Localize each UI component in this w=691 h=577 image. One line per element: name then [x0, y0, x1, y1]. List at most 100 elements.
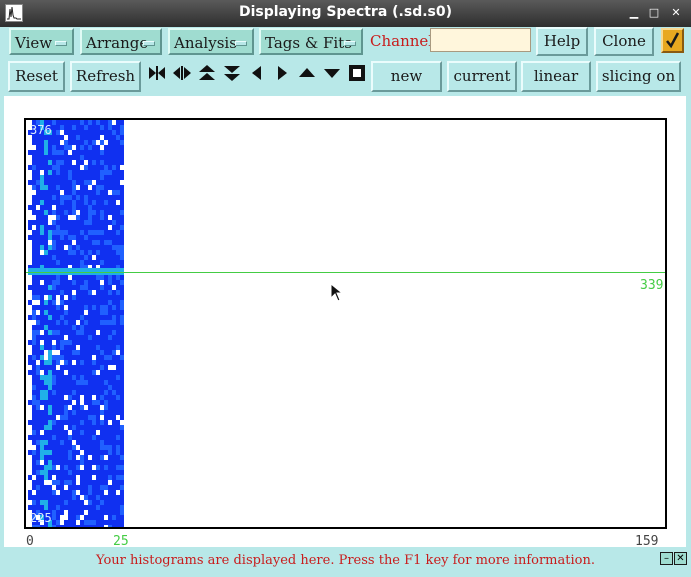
heatmap-cell	[28, 330, 32, 335]
refresh-button[interactable]: Refresh	[70, 61, 141, 92]
new-button[interactable]: new	[371, 61, 442, 92]
heatmap-cell	[68, 195, 72, 200]
heatmap-cell	[56, 305, 60, 310]
pan-down-icon[interactable]	[321, 62, 343, 84]
arrange-menu[interactable]: Arrange	[80, 28, 162, 55]
heatmap-cell	[68, 455, 72, 460]
current-button[interactable]: current	[447, 61, 517, 92]
linear-button[interactable]: linear	[521, 61, 591, 92]
heatmap-cell	[120, 225, 124, 230]
status-message: Your histograms are displayed here. Pres…	[96, 553, 595, 568]
pan-right-icon[interactable]	[271, 62, 293, 84]
heatmap-cell	[104, 490, 108, 495]
heatmap-cell	[28, 430, 32, 435]
channel-input[interactable]	[430, 28, 531, 52]
expand-up-icon[interactable]	[196, 62, 218, 84]
spectrum-display[interactable]: 339 376 225	[24, 118, 667, 529]
heatmap-cell	[68, 340, 72, 345]
heatmap-cell	[68, 405, 72, 410]
heatmap-cell	[104, 485, 108, 490]
plot-canvas[interactable]: 339 376 225	[26, 120, 665, 527]
close-icon[interactable]: ✕	[669, 6, 683, 20]
expand-horizontal-icon[interactable]	[171, 62, 193, 84]
full-view-icon[interactable]	[346, 62, 368, 84]
tags-fits-menu[interactable]: Tags & Fits	[259, 28, 363, 55]
heatmap-cell	[120, 425, 124, 430]
heatmap-cell	[108, 225, 112, 230]
heatmap-cell	[120, 255, 124, 260]
heatmap-cell	[32, 310, 36, 315]
clone-button[interactable]: Clone	[594, 27, 654, 56]
heatmap-cell	[52, 230, 56, 235]
heatmap-cell	[44, 375, 48, 380]
help-button[interactable]: Help	[536, 27, 588, 56]
heatmap-cell	[36, 205, 40, 210]
heatmap-cell	[76, 330, 80, 335]
heatmap-cell	[28, 260, 32, 265]
heatmap-cell	[44, 185, 48, 190]
heatmap-cell	[36, 180, 40, 185]
heatmap-cell	[40, 430, 44, 435]
heatmap-cell	[120, 320, 124, 325]
pan-left-icon[interactable]	[246, 62, 268, 84]
heatmap-cell	[56, 465, 60, 470]
heatmap-cell	[72, 440, 76, 445]
heatmap-cell	[56, 490, 60, 495]
heatmap-cell	[72, 445, 76, 450]
maximize-icon[interactable]: □	[647, 6, 661, 20]
heatmap-cell	[92, 475, 96, 480]
heatmap-cell	[76, 465, 80, 470]
expand-down-icon[interactable]	[221, 62, 243, 84]
heatmap-cell	[100, 140, 104, 145]
minimize-panel-icon[interactable]: –	[660, 552, 673, 565]
heatmap-cell	[68, 395, 72, 400]
heatmap-cell	[64, 360, 68, 365]
heatmap-cell	[72, 215, 76, 220]
checkmark-toggle[interactable]	[661, 28, 684, 53]
minimize-icon[interactable]: ▁	[627, 6, 641, 20]
reset-button[interactable]: Reset	[8, 61, 65, 92]
heatmap-cell	[64, 210, 68, 215]
heatmap-cell	[92, 520, 96, 525]
analysis-menu[interactable]: Analysis	[168, 28, 254, 55]
heatmap-cell	[44, 425, 48, 430]
heatmap-cell	[116, 245, 120, 250]
heatmap-cell	[48, 460, 52, 465]
slice-line[interactable]	[26, 272, 665, 273]
heatmap-cell	[112, 365, 116, 370]
heatmap-cell	[108, 450, 112, 455]
heatmap-cell	[68, 275, 72, 280]
heatmap-cell	[100, 285, 104, 290]
heatmap-cell	[52, 195, 56, 200]
heatmap-cell	[32, 340, 36, 345]
heatmap-cell	[80, 375, 84, 380]
close-panel-icon[interactable]: ✕	[674, 552, 687, 565]
fit-horizontal-icon[interactable]	[146, 62, 168, 84]
heatmap-cell	[108, 385, 112, 390]
heatmap-cell	[28, 185, 32, 190]
slicing-button[interactable]: slicing on	[596, 61, 681, 92]
heatmap-cell	[52, 150, 56, 155]
heatmap-cell	[56, 330, 60, 335]
heatmap-cell	[32, 295, 36, 300]
pan-up-icon[interactable]	[296, 62, 318, 84]
x-tick-label: 0	[26, 534, 34, 549]
heatmap-cell	[80, 455, 84, 460]
heatmap-cell	[68, 470, 72, 475]
heatmap-cell	[64, 140, 68, 145]
window-title: Displaying Spectra (.sd.s0)	[238, 4, 453, 20]
heatmap-cell	[72, 410, 76, 415]
heatmap-cell	[68, 150, 72, 155]
heatmap-cell	[48, 350, 52, 355]
heatmap-cell	[32, 300, 36, 305]
heatmap-cell	[64, 425, 68, 430]
heatmap-cell	[116, 275, 120, 280]
heatmap-cell	[32, 225, 36, 230]
heatmap-cell	[80, 250, 84, 255]
heatmap-cell	[120, 165, 124, 170]
heatmap-cell	[64, 500, 68, 505]
heatmap-cell	[88, 520, 92, 525]
y-bottom-label: 225	[30, 511, 52, 525]
heatmap-cell	[92, 305, 96, 310]
view-menu[interactable]: View	[9, 28, 74, 55]
